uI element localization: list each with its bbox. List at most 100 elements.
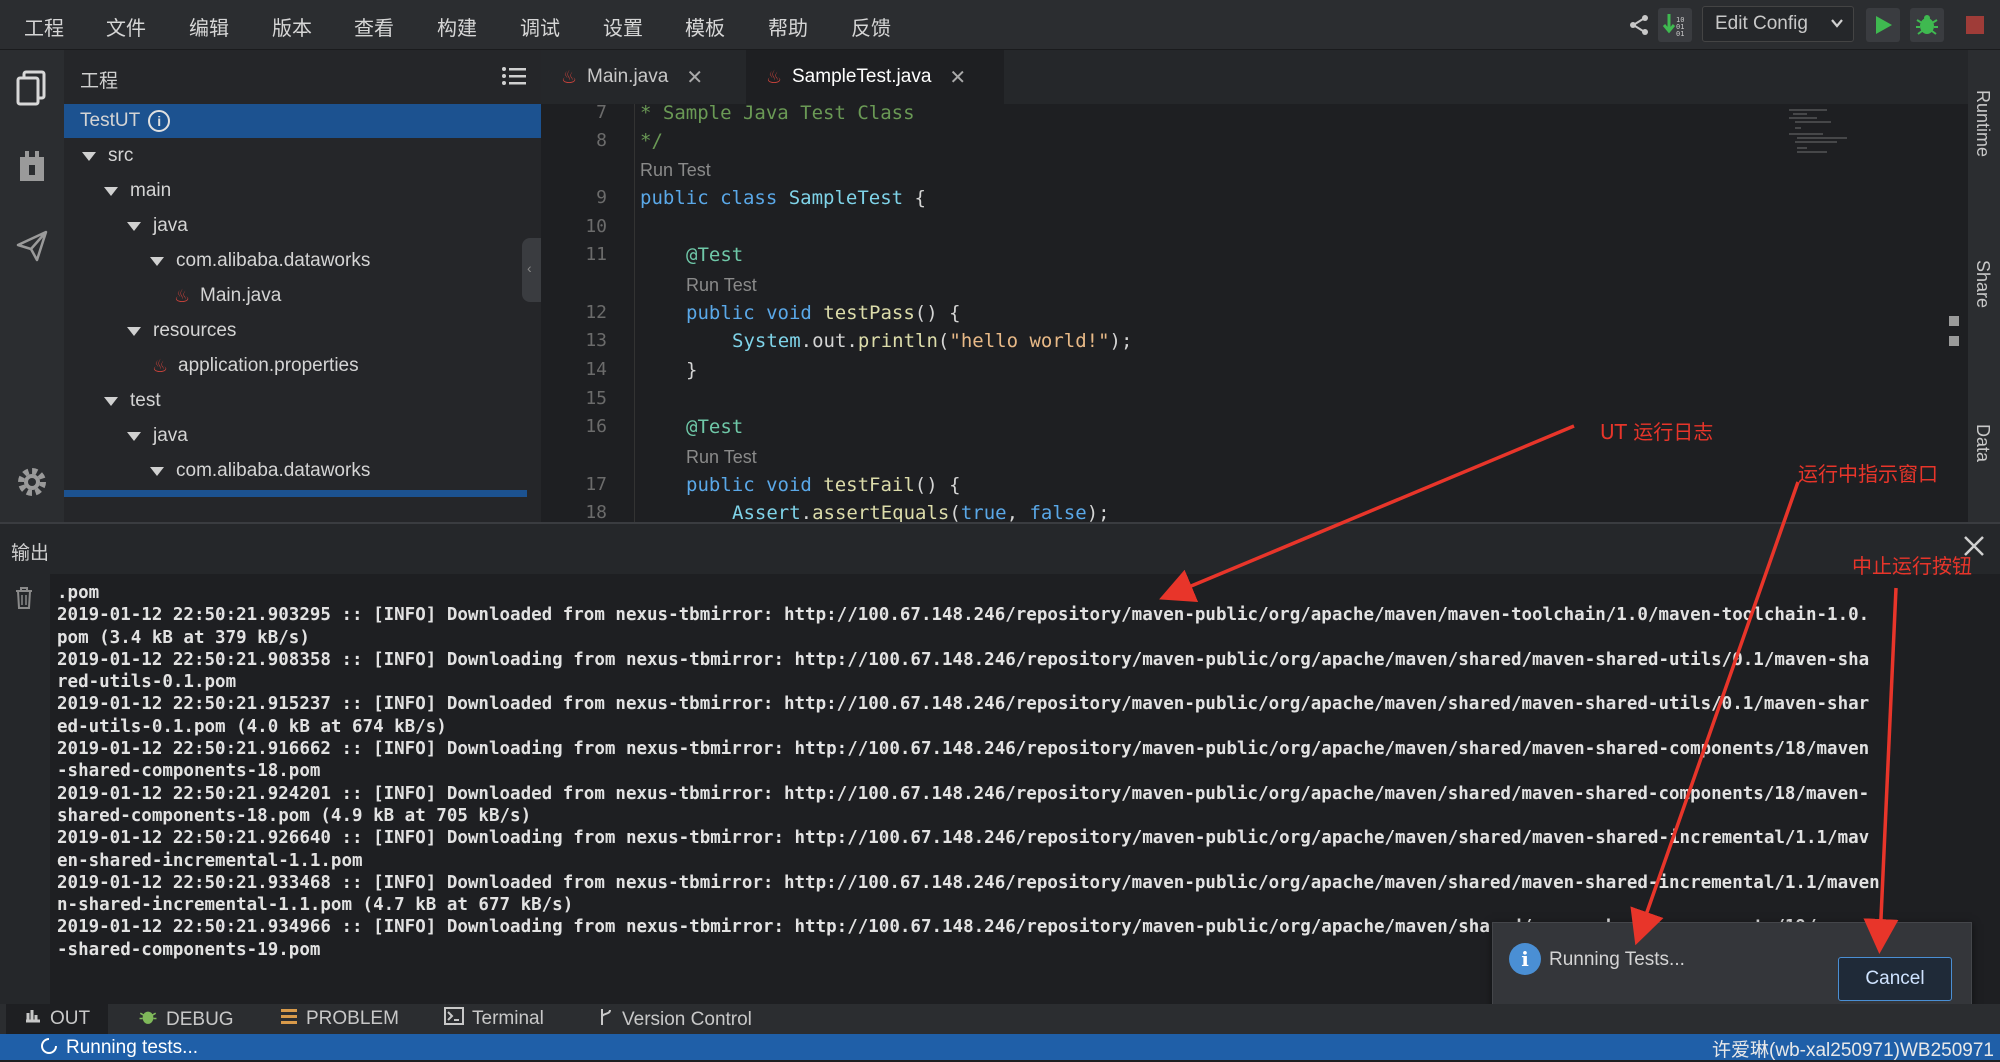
bug-icon [138,1007,158,1033]
menu-settings[interactable]: 设置 [603,12,643,41]
plugin-icon[interactable] [12,146,52,186]
scroll-marker [1949,336,1959,346]
tree-item-java[interactable]: java [64,209,541,243]
minimap[interactable] [1787,106,1857,176]
tree-item-main-java[interactable]: ♨ Main.java [64,279,541,313]
sidebar-collapse-handle[interactable]: ‹ [522,238,542,302]
branch-icon [598,1007,614,1033]
token: true [960,502,1007,524]
code-line: public void testPass() { [686,302,961,324]
close-icon[interactable]: ✕ [949,65,966,90]
run-test-lens[interactable]: Run Test [640,160,711,181]
menu-version[interactable]: 版本 [272,12,312,41]
output-toolbar [0,574,50,1006]
svg-text:01: 01 [1676,30,1684,38]
panel-tab-runtime[interactable]: Runtime [1972,90,1993,157]
line-number: 18 [585,502,607,523]
menu-build[interactable]: 构建 [437,12,477,41]
code-line: System.out.println("hello world!"); [732,330,1132,352]
run-icon[interactable] [1866,8,1900,42]
expand-arrow-icon [82,151,96,161]
menu-feedback[interactable]: 反馈 [851,12,891,41]
menu-edit[interactable]: 编辑 [189,12,229,41]
panel-tab-share[interactable]: Share [1972,260,1993,308]
tree-item-test[interactable]: test [64,384,541,418]
cancel-button[interactable]: Cancel [1838,957,1952,1001]
tab-main-java[interactable]: ♨ Main.java ✕ [541,50,744,104]
project-sidebar: 工程 TestUT i src main java com.alibaba.da… [64,50,541,522]
token: println [857,330,938,352]
tab-problem[interactable]: PROBLEM [280,1007,399,1031]
files-icon[interactable] [12,68,52,108]
info-icon[interactable]: i [148,110,171,132]
line-number: 10 [585,216,607,237]
tab-label: Main.java [587,66,669,87]
debug-bug-icon[interactable] [1910,8,1944,42]
toast-message: Running Tests... [1549,949,1685,970]
tab-terminal[interactable]: Terminal [444,1007,544,1031]
output-header: 输出 [0,524,2000,574]
expand-arrow-icon [127,431,141,441]
run-test-lens[interactable]: Run Test [686,275,757,296]
menu-view[interactable]: 查看 [354,12,394,41]
tab-sampletest-java[interactable]: ♨ SampleTest.java ✕ [746,50,1004,104]
token: testPass [823,302,915,324]
line-number: 12 [585,302,607,323]
tree-item-main[interactable]: main [64,174,541,208]
tree-item-testut[interactable]: TestUT i [64,104,541,138]
tree-label: test [130,390,161,411]
token: false [1029,502,1087,524]
close-icon[interactable]: ✕ [686,65,703,90]
java-file-icon: ♨ [152,356,169,376]
tree-item-package[interactable]: com.alibaba.dataworks [64,244,541,278]
menu-project[interactable]: 工程 [24,12,64,41]
status-running-text: Running tests... [66,1037,199,1058]
tree-label: java [153,215,188,236]
tree-item-test-package[interactable]: com.alibaba.dataworks [64,454,541,488]
bottom-panel-tabs: OUT DEBUG PROBLEM Terminal Version Contr… [0,1004,2000,1034]
panel-tab-data[interactable]: Data [1972,424,1993,462]
run-test-lens[interactable]: Run Test [686,447,757,468]
tree-item-resources[interactable]: resources [64,314,541,348]
code-line: Assert.assertEquals(true, false); [732,502,1110,524]
sidebar-title: 工程 [80,70,119,92]
tab-debug[interactable]: DEBUG [138,1007,234,1033]
menu-help[interactable]: 帮助 [768,12,808,41]
token: ( [937,330,950,352]
sidebar-scrollbar[interactable] [64,490,527,497]
menu-file[interactable]: 文件 [106,12,146,41]
tree-label: resources [153,320,237,341]
tree-item-application-properties[interactable]: ♨ application.properties [64,349,541,383]
tree-item-test-java[interactable]: java [64,419,541,453]
status-user: 许爱琳(wb-xal250971)WB250971 [1712,1040,1994,1061]
java-file-icon: ♨ [174,286,191,306]
list-view-icon[interactable] [502,66,526,91]
binary-download-icon[interactable]: 10 01 01 [1658,8,1692,42]
code-editor: ♨ Main.java ✕ ♨ SampleTest.java ✕ 7 8 9 … [541,50,1968,524]
tree-item-src[interactable]: src [64,139,541,173]
menu-template[interactable]: 模板 [685,12,725,41]
token: Assert [732,502,801,524]
token: public class [640,187,789,209]
send-icon[interactable] [12,226,52,266]
tab-version-control[interactable]: Version Control [598,1007,752,1033]
token: System [732,330,801,352]
tree-label: src [108,145,134,166]
edit-config-dropdown[interactable]: Edit Config [1702,6,1854,42]
menu-debug[interactable]: 调试 [520,12,560,41]
annotation-window-label: 运行中指示窗口 [1798,462,1938,486]
share-icon[interactable] [1622,8,1656,42]
expand-arrow-icon [127,221,141,231]
stop-icon[interactable] [1958,8,1992,42]
java-file-icon: ♨ [561,67,578,87]
tab-label: Version Control [622,1009,752,1030]
tree-label: TestUT [80,110,141,131]
settings-gear-icon[interactable] [12,462,52,502]
token: assertEquals [812,502,950,524]
tab-out[interactable]: OUT [6,1004,109,1034]
edit-config-label: Edit Config [1715,13,1808,34]
code-line: */ [640,130,663,152]
trash-icon[interactable] [14,586,34,615]
expand-arrow-icon [127,326,141,336]
token: public void [686,302,824,324]
